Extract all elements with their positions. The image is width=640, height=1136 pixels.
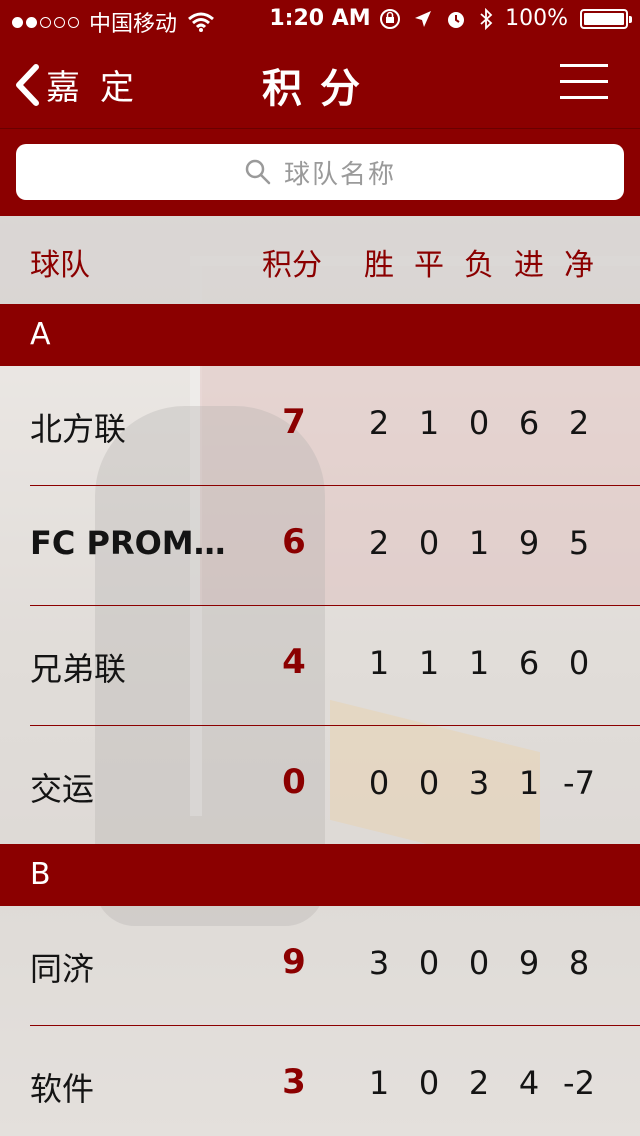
location-icon [415, 10, 432, 27]
goal-diff-value: 8 [568, 944, 590, 982]
header-team: 球队 [30, 248, 90, 283]
points-value: 3 [282, 1062, 306, 1102]
team-name: FC PROM… [30, 524, 226, 562]
header-won: 胜 [364, 248, 394, 283]
table-row[interactable]: FC PROM… 6 2 0 1 9 5 [0, 486, 640, 606]
header-goal-diff: 净 [564, 248, 594, 283]
menu-icon [560, 64, 608, 67]
goal-diff-value: 0 [568, 644, 590, 682]
header-points: 积分 [262, 248, 322, 283]
points-value: 9 [282, 942, 306, 982]
team-name: 交运 [30, 770, 95, 808]
header-drawn: 平 [414, 248, 444, 283]
rotation-lock-icon [380, 8, 401, 29]
goal-diff-value: 2 [568, 404, 590, 442]
header-lost: 负 [464, 248, 494, 283]
team-name: 同济 [30, 950, 95, 988]
points-value: 0 [282, 762, 306, 802]
menu-icon-line [560, 96, 608, 99]
header-goals-for: 进 [514, 248, 544, 283]
table-row[interactable]: 软件 3 1 0 2 4 -2 [0, 1026, 640, 1136]
bluetooth-icon [480, 7, 493, 30]
status-right: 100% [379, 6, 632, 31]
team-name: 北方联 [30, 410, 127, 448]
search-placeholder: 球队名称 [283, 159, 396, 190]
group-header-b: B [0, 844, 640, 906]
points-value: 4 [282, 642, 306, 682]
table-row[interactable]: 兄弟联 4 1 1 1 6 0 [0, 606, 640, 726]
table-row[interactable]: 同济 9 3 0 0 9 8 [0, 906, 640, 1026]
group-header-a: A [0, 304, 640, 366]
points-value: 7 [282, 402, 306, 442]
menu-icon-line [560, 80, 608, 83]
team-name: 兄弟联 [30, 650, 127, 688]
goal-diff-value: 5 [568, 524, 590, 562]
goal-diff-value: -7 [563, 764, 595, 802]
menu-button[interactable] [560, 62, 608, 102]
table-row[interactable]: 北方联 7 2 1 0 6 2 [0, 366, 640, 486]
page-title: 积分 [262, 66, 378, 112]
group-name: B [30, 857, 51, 892]
status-bar: 中国移动 1:20 AM 100% [0, 0, 640, 40]
table-row[interactable]: 交运 0 0 0 3 1 -7 [0, 726, 640, 846]
search-bar: 球队名称 [0, 129, 640, 216]
points-value: 6 [282, 522, 306, 562]
goal-diff-value: -2 [563, 1064, 595, 1102]
team-name: 软件 [30, 1070, 95, 1108]
search-input[interactable]: 球队名称 [16, 144, 624, 200]
group-name: A [30, 317, 51, 352]
table-header: 球队 积分 胜 平 负 进 净 [0, 216, 640, 304]
battery-icon [580, 8, 632, 29]
battery-percent: 100% [505, 6, 568, 31]
search-icon [245, 159, 271, 185]
navigation-bar: 嘉定 积分 [0, 40, 640, 129]
alarm-icon [448, 11, 465, 28]
